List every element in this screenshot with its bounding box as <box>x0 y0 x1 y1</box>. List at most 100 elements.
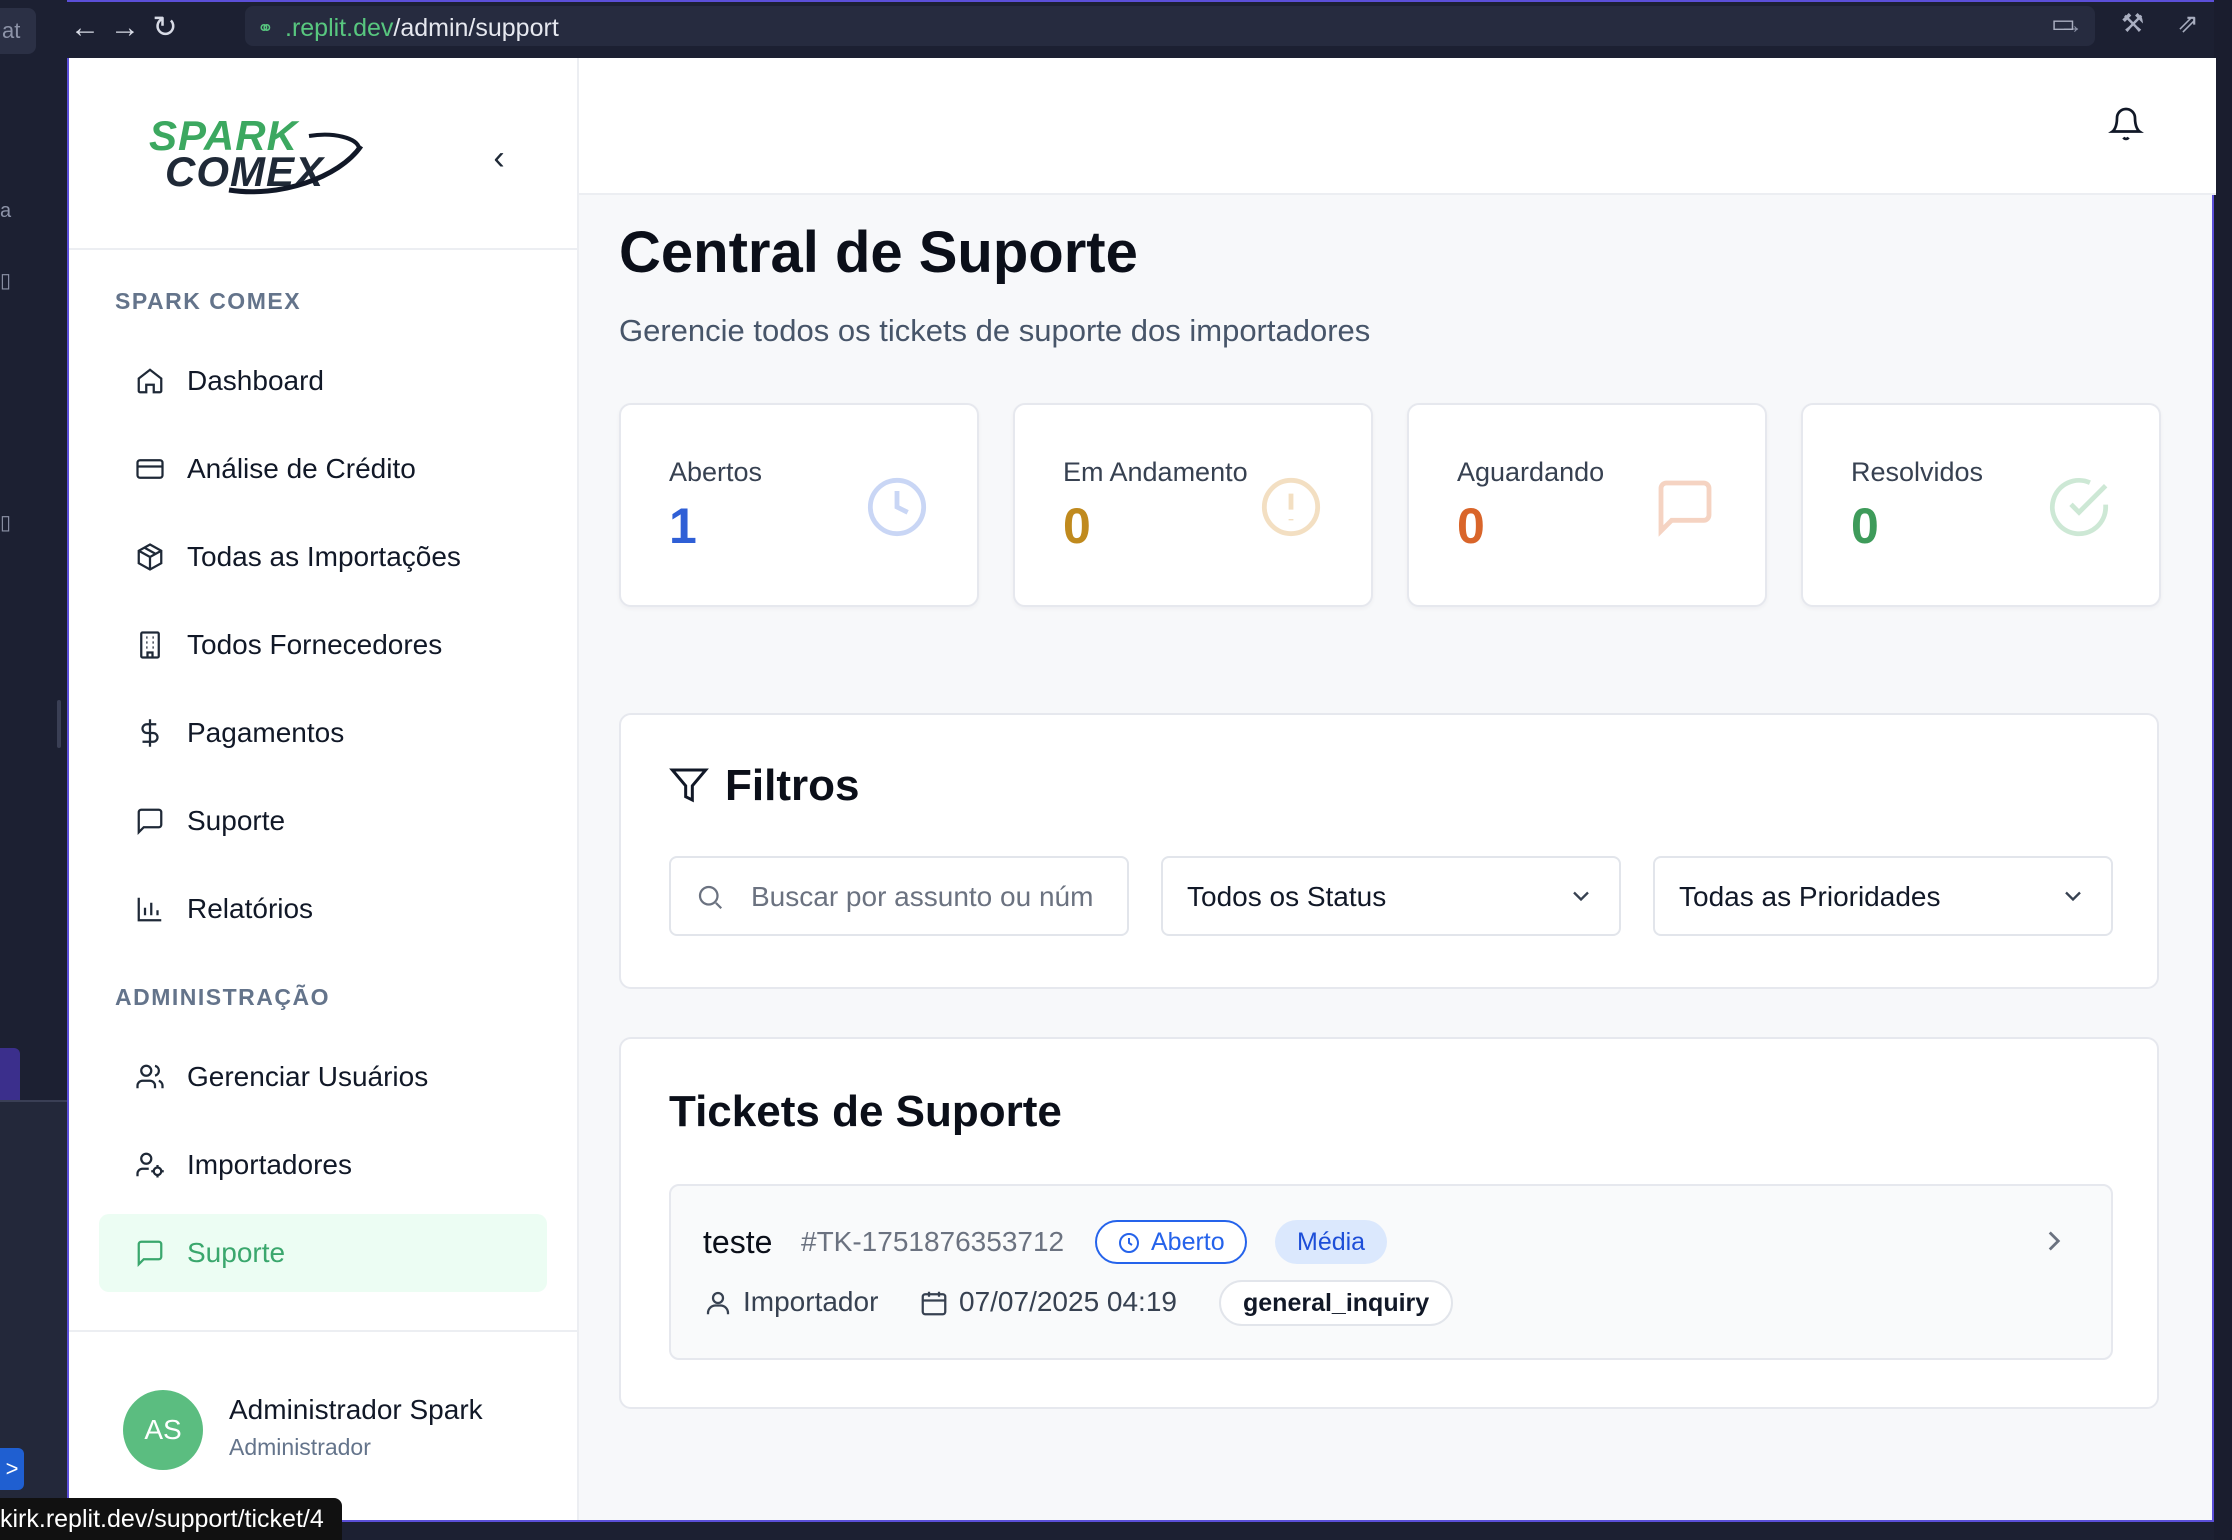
stat-value: 0 <box>1457 498 1485 554</box>
sidebar-item-admin-support[interactable]: Suporte <box>99 1214 547 1292</box>
message-square-icon <box>133 1236 167 1270</box>
message-square-icon <box>133 804 167 838</box>
sidebar-item-label: Pagamentos <box>187 717 345 748</box>
link-icon: ⚭ <box>257 18 274 40</box>
stat-card-waiting: Aguardando 0 <box>1407 403 1767 607</box>
address-bar[interactable]: ⚭ .replit.dev/admin/support → <box>245 6 2095 46</box>
alert-circle-icon <box>1261 477 1321 537</box>
search-icon <box>698 885 723 910</box>
user-name: Administrador Spark <box>229 1394 483 1425</box>
sidebar-item-manage-users[interactable]: Gerenciar Usuários <box>99 1038 547 1116</box>
ticket-number: #TK-1751876353712 <box>801 1226 1065 1257</box>
stat-card-in-progress: Em Andamento 0 <box>1013 403 1373 607</box>
ide-panel-tab[interactable] <box>0 1048 20 1100</box>
ide-file-icon[interactable]: ▯ <box>0 268 11 293</box>
page-title: Central de Suporte <box>619 220 1138 285</box>
user-icon <box>706 1291 730 1315</box>
logo-area: SPARK COMEX ‹ <box>69 58 579 250</box>
ticket-row[interactable]: teste #TK-1751876353712 Aberto Média Imp… <box>669 1184 2113 1360</box>
sidebar-item-label: Importadores <box>187 1149 352 1180</box>
ide-run-button[interactable]: > <box>0 1448 24 1490</box>
open-external-icon[interactable]: ⇗ <box>2177 8 2199 39</box>
status-select[interactable]: Todos os Status <box>1161 856 1621 936</box>
stat-card-open: Abertos 1 <box>619 403 979 607</box>
status-badge-label: Aberto <box>1151 1228 1225 1256</box>
user-cog-icon <box>133 1148 167 1182</box>
search-placeholder: Buscar por assunto ou núm <box>751 881 1094 912</box>
message-square-icon <box>1658 480 1712 537</box>
priority-badge: Média <box>1275 1220 1388 1264</box>
reload-icon[interactable]: ↻ <box>147 10 183 46</box>
stat-value: 1 <box>669 498 697 554</box>
url-host: .replit.dev <box>285 14 394 42</box>
home-icon <box>133 364 167 398</box>
sidebar-item-suppliers[interactable]: Todos Fornecedores <box>99 606 547 684</box>
sidebar-item-reports[interactable]: Relatórios <box>99 870 547 948</box>
sidebar-item-label: Suporte <box>187 1237 286 1268</box>
status-badge: Aberto <box>1095 1220 1247 1264</box>
back-arrow-icon[interactable]: ← <box>67 10 103 46</box>
link-status-tooltip: kirk.replit.dev/support/ticket/4 <box>0 1498 342 1540</box>
main-content: Central de Suporte Gerencie todos os tic… <box>579 195 2216 1520</box>
browser-toolbar: ← → ↻ ⚭ .replit.dev/admin/support → ▭ ⚒ … <box>67 0 2214 58</box>
stat-label: Aguardando <box>1457 457 1605 487</box>
clock-icon <box>1119 1233 1139 1253</box>
app-viewport: SPARK COMEX ‹ SPARK COMEX Dashboard Anál… <box>67 58 2216 1520</box>
sidebar-item-importers[interactable]: Importadores <box>99 1126 547 1204</box>
sidebar-item-label: Relatórios <box>187 893 314 924</box>
section-label-admin: ADMINISTRAÇÃO <box>115 984 330 1010</box>
sidebar-item-support[interactable]: Suporte <box>99 782 547 860</box>
sidebar-item-label: Todos Fornecedores <box>187 629 443 660</box>
sidebar-item-imports[interactable]: Todas as Importações <box>99 518 547 596</box>
tickets-panel: Tickets de Suporte teste #TK-17518763537… <box>619 1037 2159 1409</box>
stat-label: Abertos <box>669 457 763 487</box>
forward-arrow-icon[interactable]: → <box>107 10 143 46</box>
top-header <box>579 58 2216 195</box>
ticket-subject: teste <box>703 1224 773 1260</box>
sidebar-item-payments[interactable]: Pagamentos <box>99 694 547 772</box>
ide-file-icon[interactable]: ▯ <box>0 510 11 535</box>
status-select-value: Todos os Status <box>1187 881 1387 912</box>
sidebar: SPARK COMEX ‹ SPARK COMEX Dashboard Anál… <box>69 58 579 1520</box>
ide-fragment-letter: a <box>0 200 12 222</box>
url-path: /admin/support <box>393 14 559 42</box>
app-bottom-border <box>67 1520 2214 1540</box>
users-icon <box>133 1060 167 1094</box>
sidebar-item-dashboard[interactable]: Dashboard <box>99 342 547 420</box>
sidebar-item-label: Dashboard <box>187 365 324 396</box>
user-profile[interactable]: AS Administrador Spark Administrador <box>69 1330 579 1520</box>
category-badge: general_inquiry <box>1219 1280 1454 1326</box>
logo-swoosh <box>228 132 364 195</box>
stat-label: Em Andamento <box>1063 457 1248 487</box>
avatar: AS <box>123 1390 203 1470</box>
search-input[interactable]: Buscar por assunto ou núm <box>669 856 1129 936</box>
ide-left-panel: at a ▯ ▯ > <box>0 0 67 1540</box>
sidebar-item-label: Gerenciar Usuários <box>187 1061 429 1092</box>
filters-panel: Filtros Buscar por assunto ou núm Todos … <box>619 713 2159 989</box>
chevron-down-icon <box>2065 891 2081 902</box>
devices-icon[interactable]: ▭ <box>2051 8 2076 39</box>
ide-scrollbar[interactable] <box>57 700 61 748</box>
package-icon <box>133 540 167 574</box>
bell-icon[interactable] <box>2108 106 2144 142</box>
sidebar-item-label: Todas as Importações <box>187 541 461 572</box>
stat-value: 0 <box>1063 498 1091 554</box>
ticket-date-label: 07/07/2025 04:19 <box>959 1286 1177 1317</box>
chevron-right-icon[interactable] <box>2037 1224 2071 1258</box>
priority-select-value: Todas as Prioridades <box>1679 881 1941 912</box>
check-circle-icon <box>2049 478 2109 537</box>
calendar-icon <box>921 1291 947 1316</box>
ide-tab-fragment[interactable]: at <box>0 8 36 54</box>
sidebar-item-label: Suporte <box>187 805 286 836</box>
bar-chart-icon <box>133 892 167 926</box>
collapse-sidebar-button[interactable]: ‹ <box>479 140 519 180</box>
sidebar-item-credit-analysis[interactable]: Análise de Crédito <box>99 430 547 508</box>
user-role: Administrador <box>229 1434 371 1460</box>
priority-select[interactable]: Todas as Prioridades <box>1653 856 2113 936</box>
chevron-down-icon <box>1573 891 1589 902</box>
wrench-icon[interactable]: ⚒ <box>2121 8 2144 39</box>
stat-card-resolved: Resolvidos 0 <box>1801 403 2161 607</box>
sidebar-item-label: Análise de Crédito <box>187 453 416 484</box>
spark-comex-logo[interactable]: SPARK COMEX <box>149 115 369 206</box>
section-label-main: SPARK COMEX <box>115 288 302 314</box>
